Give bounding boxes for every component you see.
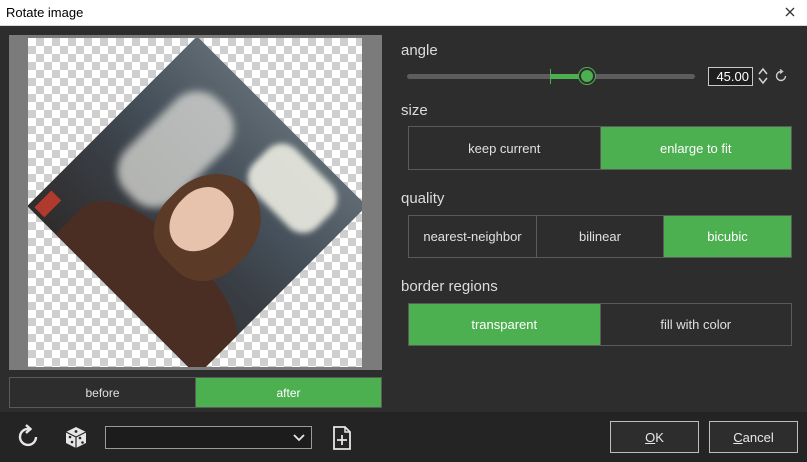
ok-button[interactable]: OK	[610, 421, 699, 453]
angle-spinner-icon[interactable]	[757, 66, 769, 86]
logo-badge	[34, 190, 62, 218]
title-bar: Rotate image	[0, 0, 807, 26]
enlarge-to-fit-button[interactable]: enlarge to fit	[600, 127, 791, 169]
slider-thumb[interactable]	[579, 68, 595, 84]
ok-accelerator: O	[645, 429, 656, 445]
fill-with-color-button[interactable]: fill with color	[601, 304, 792, 345]
before-button[interactable]: before	[10, 378, 196, 407]
rotated-image-preview	[28, 38, 362, 367]
angle-input[interactable]	[708, 67, 753, 86]
chevron-down-icon	[293, 434, 305, 442]
transparent-button[interactable]: transparent	[409, 304, 601, 345]
size-label: size	[401, 102, 428, 119]
bilinear-button[interactable]: bilinear	[537, 216, 664, 257]
nearest-neighbor-button[interactable]: nearest-neighbor	[409, 216, 537, 257]
preset-dropdown[interactable]	[105, 426, 312, 449]
window-title: Rotate image	[6, 5, 84, 20]
cancel-button[interactable]: Cancel	[709, 421, 798, 453]
quality-label: quality	[401, 190, 445, 207]
size-options: keep current enlarge to fit	[408, 126, 792, 170]
after-button[interactable]: after	[196, 378, 381, 407]
add-preset-icon[interactable]	[328, 424, 356, 452]
bicubic-button[interactable]: bicubic	[664, 216, 791, 257]
before-after-toggle: before after	[9, 377, 382, 408]
preview-panel	[9, 35, 382, 370]
angle-slider[interactable]	[407, 68, 695, 84]
border-region-options: transparent fill with color	[408, 303, 792, 346]
ok-label: K	[655, 429, 664, 445]
cancel-accelerator: C	[733, 429, 743, 445]
reset-icon[interactable]	[15, 423, 43, 451]
cancel-label: ancel	[742, 429, 774, 445]
dialog-body: before after angle size keep current enl…	[0, 26, 807, 412]
preview-canvas	[28, 38, 362, 367]
dice-icon[interactable]	[62, 423, 90, 451]
angle-label: angle	[401, 42, 438, 59]
border-regions-label: border regions	[401, 278, 498, 295]
keep-current-button[interactable]: keep current	[409, 127, 601, 169]
quality-options: nearest-neighbor bilinear bicubic	[408, 215, 792, 258]
close-icon[interactable]	[781, 3, 799, 21]
reset-angle-icon[interactable]	[773, 68, 789, 84]
bottom-toolbar: OK Cancel	[0, 412, 807, 462]
